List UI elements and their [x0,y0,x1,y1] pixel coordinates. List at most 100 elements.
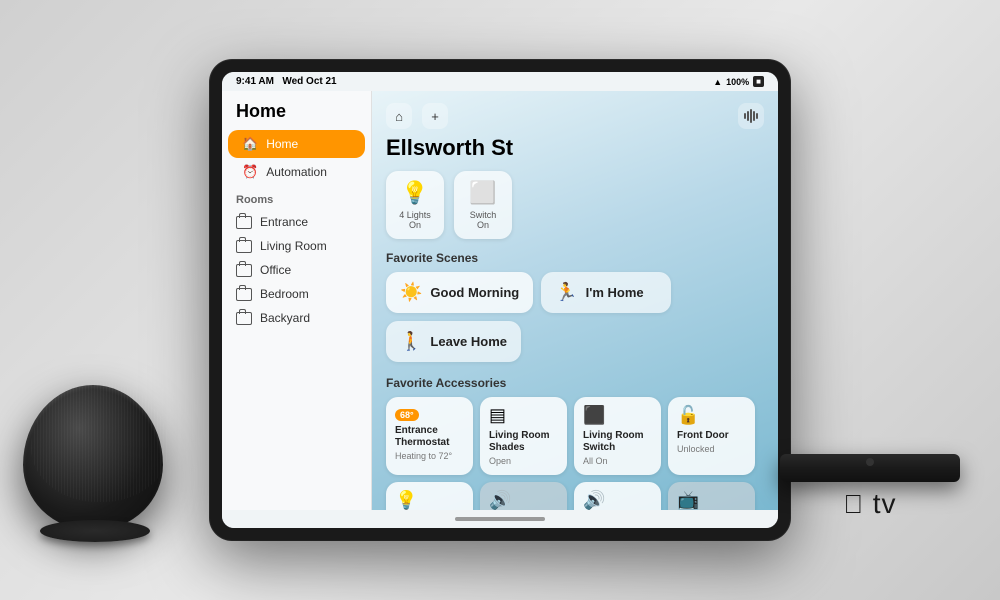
front-door-name: Front Door [677,430,746,442]
good-morning-icon: ☀️ [400,282,422,303]
waveform-button[interactable] [738,103,764,129]
sidebar-item-entrance[interactable]: Entrance [222,210,371,234]
nav-left: ⌂ + [386,103,448,129]
accessories-grid: 68° Entrance Thermostat Heating to 72° ▤… [386,397,764,510]
waveform-icon [744,109,758,123]
homepod-fabric [31,382,169,502]
sidebar-title: Home [222,101,371,130]
acc-switch[interactable]: ⬛ Living Room Switch All On [574,397,661,475]
room-label-living-room: Living Room [260,239,327,253]
room-icon-backyard [236,312,252,325]
room-icon-bedroom [236,288,252,301]
sidebar: Home 🏠 Home ⏰ Automation Rooms Entrance [222,91,372,510]
status-right: ▲ 100% ■ [713,76,764,87]
page-title: Ellsworth St [386,135,764,161]
switch-icon: ⬛ [583,405,652,426]
thermostat-status: Heating to 72° [395,451,464,461]
homepod-body [23,385,163,530]
battery-label: 100% [726,77,749,87]
room-icon-living-room [236,240,252,253]
shades-status: Open [489,456,558,466]
sidebar-item-bedroom[interactable]: Bedroom [222,282,371,306]
appletv-device:  tv [760,454,980,520]
automation-nav-icon: ⏰ [242,164,258,180]
scenes-section-title: Favorite Scenes [386,251,764,265]
front-door-status: Unlocked [677,444,746,454]
acc-office-tv[interactable]: 📺 Office Apple TV Paused [668,482,755,510]
good-morning-label: Good Morning [430,285,519,300]
ipad-device: 9:41 AM Wed Oct 21 ▲ 100% ■ Home 🏠 [210,60,790,540]
appletv-box [780,454,960,482]
scene-good-morning[interactable]: ☀️ Good Morning [386,272,533,313]
leave-home-icon: 🚶 [400,331,422,352]
home-indicator [222,510,778,528]
nav-right [738,103,764,129]
acc-front-door[interactable]: 🔓 Front Door Unlocked [668,397,755,475]
switch-name: Living Room Switch [583,430,652,454]
accessories-section-title: Favorite Accessories [386,376,764,390]
scenes-grid: ☀️ Good Morning 🏃 I'm Home 🚶 Leave Home [386,272,764,362]
acc-thermostat[interactable]: 68° Entrance Thermostat Heating to 72° [386,397,473,475]
wifi-icon: ▲ [713,77,722,87]
status-date: Wed Oct 21 [282,76,336,87]
home-nav-icon: 🏠 [242,136,258,152]
apple-logo:  [843,489,864,520]
room-icon-entrance [236,216,252,229]
quick-tile-switch[interactable]: ⬜ Switch On [454,171,512,239]
main-panel: ⌂ + [372,91,778,510]
sidebar-home-label: Home [266,137,298,151]
acc-shades[interactable]: ▤ Living Room Shades Open [480,397,567,475]
scene-background: 9:41 AM Wed Oct 21 ▲ 100% ■ Home 🏠 [0,0,1000,600]
status-left: 9:41 AM Wed Oct 21 [236,76,337,87]
sidebar-automation-label: Automation [266,165,327,179]
home-button[interactable]: ⌂ [386,103,412,129]
switch-tile-icon: ⬜ [469,180,496,206]
office-tv-icon: 📺 [677,490,746,510]
homepod-base [40,520,150,542]
acc-light-panels[interactable]: 💡 Bedroom Light Panels 100% [386,482,473,510]
quick-tiles: 💡 4 Lights On ⬜ Switch On [386,171,764,239]
quick-tile-lights[interactable]: 💡 4 Lights On [386,171,444,239]
switch-tile-line1: Switch [470,210,497,220]
room-label-office: Office [260,263,291,277]
thermostat-name: Entrance Thermostat [395,425,464,449]
room-icon-office [236,264,252,277]
appletv-label:  tv [760,488,980,520]
sidebar-item-automation[interactable]: ⏰ Automation [228,158,365,186]
sidebar-item-office[interactable]: Office [222,258,371,282]
scene-im-home[interactable]: 🏃 I'm Home [541,272,671,313]
shades-icon: ▤ [489,405,558,426]
im-home-icon: 🏃 [555,282,577,303]
leave-home-label: Leave Home [430,334,507,349]
lights-tile-line1: 4 Lights [399,210,431,220]
scene-leave-home[interactable]: 🚶 Leave Home [386,321,521,362]
shades-name: Living Room Shades [489,430,558,454]
switch-status: All On [583,456,652,466]
room-label-entrance: Entrance [260,215,308,229]
light-panels-icon: 💡 [395,490,464,510]
status-bar: 9:41 AM Wed Oct 21 ▲ 100% ■ [222,72,778,91]
homepod-device [18,380,173,550]
bedroom-homepod-icon: 🔊 [489,490,558,510]
im-home-label: I'm Home [586,285,644,300]
thermostat-badge: 68° [395,409,419,421]
app-content: Home 🏠 Home ⏰ Automation Rooms Entrance [222,91,778,510]
acc-kitchen-homepod[interactable]: 🔊 Kitchen HomePod Playing [574,482,661,510]
room-label-backyard: Backyard [260,311,310,325]
home-bar [455,517,545,521]
sidebar-item-home[interactable]: 🏠 Home [228,130,365,158]
ipad-screen: 9:41 AM Wed Oct 21 ▲ 100% ■ Home 🏠 [222,72,778,528]
nav-bar: ⌂ + [386,103,764,129]
add-button[interactable]: + [422,103,448,129]
battery-icon: ■ [753,76,764,87]
acc-bedroom-homepod[interactable]: 🔊 Bedroom HomePod Paused [480,482,567,510]
lights-tile-icon: 💡 [401,180,428,206]
switch-tile-line2: On [477,220,489,230]
sidebar-item-backyard[interactable]: Backyard [222,306,371,330]
status-time: 9:41 AM [236,76,274,87]
room-label-bedroom: Bedroom [260,287,309,301]
sidebar-item-living-room[interactable]: Living Room [222,234,371,258]
front-door-icon: 🔓 [677,405,746,426]
lights-tile-line2: On [409,220,421,230]
kitchen-homepod-icon: 🔊 [583,490,652,510]
